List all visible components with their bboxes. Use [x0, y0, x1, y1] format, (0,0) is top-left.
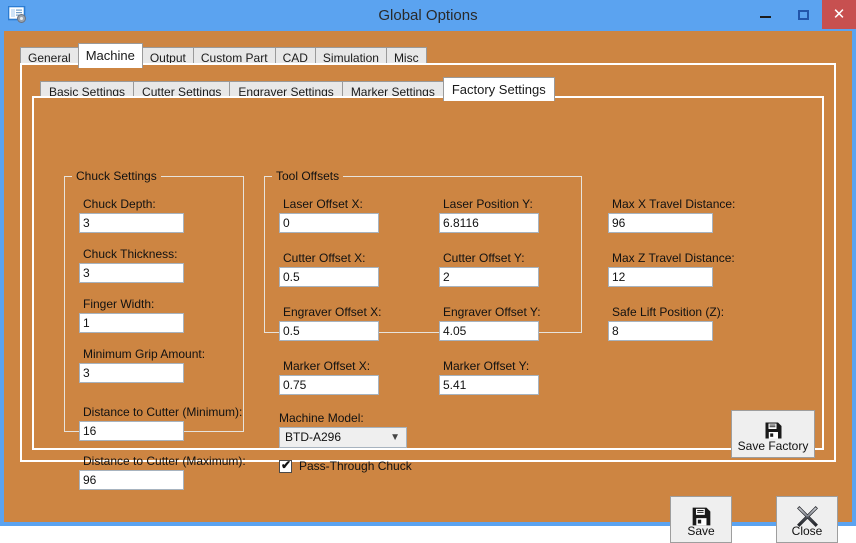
- engraver-offset-x-label: Engraver Offset X:: [283, 305, 382, 319]
- close-label: Close: [791, 524, 823, 538]
- global-options-window: Global Options ✕ General Machine Output Cus…: [0, 0, 856, 543]
- chuck-settings-group: Chuck Settings Chuck Depth: 3 Chuck Thic…: [64, 169, 246, 490]
- minimum-grip-amount-label: Minimum Grip Amount:: [83, 347, 206, 361]
- cutter-offset-x-label: Cutter Offset X:: [283, 251, 366, 265]
- machine-model-label: Machine Model:: [279, 411, 364, 425]
- marker-offset-x-input[interactable]: 0.75: [279, 375, 379, 395]
- marker-offset-x-label: Marker Offset X:: [283, 359, 371, 373]
- distance-to-cutter-maximum-input[interactable]: 96: [79, 470, 184, 490]
- max-x-travel-distance-input[interactable]: 96: [608, 213, 713, 233]
- max-z-travel-distance-input[interactable]: 12: [608, 267, 713, 287]
- engraver-offset-y-input[interactable]: 4.05: [439, 321, 539, 341]
- cutter-offset-y-label: Cutter Offset Y:: [443, 251, 525, 265]
- chuck-thickness-input[interactable]: 3: [79, 263, 184, 283]
- options-form-gear-icon: [7, 5, 27, 24]
- minimum-grip-amount-input[interactable]: 3: [79, 363, 184, 383]
- maximize-button[interactable]: [784, 0, 822, 29]
- engraver-offset-x-input[interactable]: 0.5: [279, 321, 379, 341]
- inner-tab-strip: Basic Settings Cutter Settings Engraver Se…: [40, 77, 555, 101]
- marker-offset-y-input[interactable]: 5.41: [439, 375, 539, 395]
- laser-offset-x-input[interactable]: 0: [279, 213, 379, 233]
- checkmark-icon: ✔: [281, 458, 292, 472]
- minimize-button[interactable]: [746, 0, 784, 29]
- chuck-depth-input[interactable]: 3: [79, 213, 184, 233]
- checkbox-box: ✔: [279, 458, 292, 473]
- minimize-icon: [746, 0, 784, 29]
- engraver-offset-y-label: Engraver Offset Y:: [443, 305, 541, 319]
- machine-tab-page: Basic Settings Cutter Settings Engraver Se…: [20, 63, 836, 490]
- title-bar: Global Options ✕: [0, 0, 856, 31]
- chuck-depth-label: Chuck Depth:: [83, 197, 156, 211]
- laser-position-y-label: Laser Position Y:: [443, 197, 533, 211]
- distance-to-cutter-minimum-input[interactable]: 16: [79, 421, 184, 441]
- max-z-travel-distance-label: Max Z Travel Distance:: [612, 251, 735, 265]
- machine-model-select[interactable]: BTD-A296 ▼: [279, 427, 407, 448]
- window-close-button[interactable]: ✕: [822, 0, 856, 29]
- tab-machine[interactable]: Machine: [77, 43, 143, 68]
- save-factory-label: Save Factory: [737, 439, 809, 453]
- close-icon: ✕: [832, 6, 846, 23]
- distance-to-cutter-maximum-label: Distance to Cutter (Maximum):: [83, 454, 246, 468]
- maximize-icon: [784, 0, 822, 29]
- cutter-offset-x-input[interactable]: 0.5: [279, 267, 379, 287]
- tool-offsets-group: Tool Offsets Laser Offset X: 0 Cutter Of…: [264, 169, 582, 395]
- safe-lift-position-z-input[interactable]: 8: [608, 321, 713, 341]
- marker-offset-y-label: Marker Offset Y:: [443, 359, 530, 373]
- tool-offsets-title: Tool Offsets: [272, 169, 344, 183]
- finger-width-label: Finger Width:: [83, 297, 155, 311]
- safe-lift-position-z-label: Safe Lift Position (Z):: [612, 305, 725, 319]
- cutter-offset-y-input[interactable]: 2: [439, 267, 539, 287]
- save-button[interactable]: Save: [670, 496, 732, 543]
- client-area: General Machine Output Custom Part CAD Simula…: [4, 31, 852, 543]
- save-factory-button[interactable]: Save Factory: [731, 410, 815, 458]
- finger-width-input[interactable]: 1: [79, 313, 184, 333]
- chuck-settings-title: Chuck Settings: [72, 169, 161, 183]
- close-dialog-button[interactable]: Close: [776, 496, 838, 543]
- save-label: Save: [687, 524, 715, 538]
- machine-model-selected-value: BTD-A296: [285, 430, 342, 444]
- distance-to-cutter-minimum-label: Distance to Cutter (Minimum):: [83, 405, 243, 419]
- chevron-down-icon: ▼: [390, 432, 400, 443]
- factory-settings-page: Chuck Settings Chuck Depth: 3 Chuck Thic…: [32, 96, 824, 490]
- window-title: Global Options: [378, 7, 478, 24]
- laser-offset-x-label: Laser Offset X:: [283, 197, 363, 211]
- outer-tab-strip: General Machine Output Custom Part CAD Simula…: [20, 43, 427, 68]
- laser-position-y-input[interactable]: 6.8116: [439, 213, 539, 233]
- tab-factory-settings[interactable]: Factory Settings: [442, 77, 555, 101]
- chuck-thickness-label: Chuck Thickness:: [83, 247, 178, 261]
- pass-through-chuck-label: Pass-Through Chuck: [299, 459, 412, 473]
- max-x-travel-distance-label: Max X Travel Distance:: [612, 197, 736, 211]
